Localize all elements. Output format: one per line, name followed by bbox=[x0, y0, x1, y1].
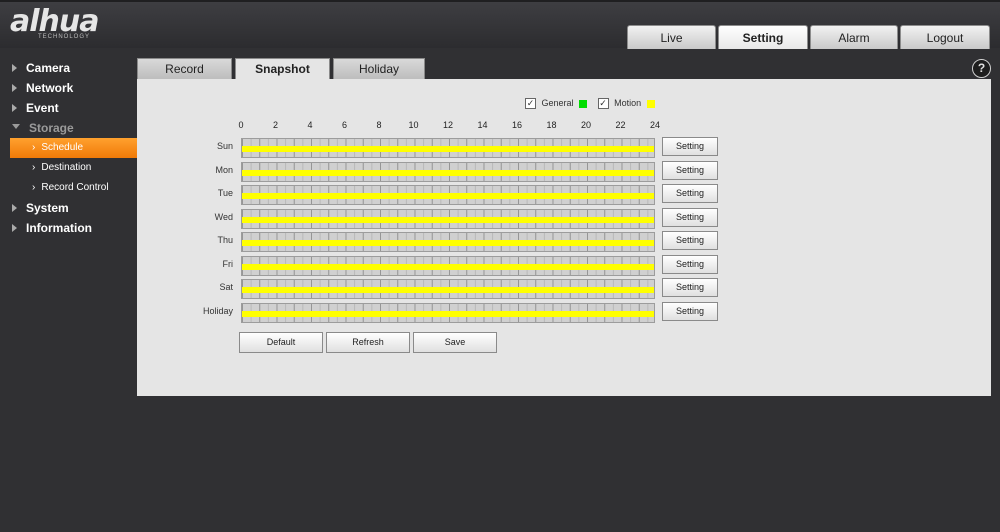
tab-holiday-schedule[interactable]: Holiday Schedule bbox=[333, 58, 425, 97]
sidebar-subitem-destination[interactable]: › Destination bbox=[10, 158, 137, 178]
schedule-legend: ✓ General ✓ Motion bbox=[525, 98, 655, 110]
schedule-grid-row[interactable] bbox=[241, 255, 655, 276]
sidebar-item-storage[interactable]: Storage bbox=[0, 118, 137, 138]
sidebar-subitem-schedule[interactable]: › Schedule bbox=[10, 138, 137, 158]
schedule-grid-row[interactable] bbox=[241, 302, 655, 323]
sidebar-item-system[interactable]: System bbox=[0, 198, 137, 218]
motion-schedule-bar bbox=[242, 310, 654, 317]
sidebar-item-label: Storage bbox=[29, 121, 74, 135]
hour-label: 8 bbox=[376, 120, 382, 130]
day-label: Sun bbox=[216, 141, 233, 151]
general-checkbox[interactable]: ✓ bbox=[525, 98, 536, 110]
top-tab-setting[interactable]: Setting bbox=[718, 25, 808, 49]
day-label: Wed bbox=[214, 211, 233, 222]
motion-schedule-bar bbox=[242, 263, 654, 270]
page-tabs: Record Snapshot Holiday Schedule bbox=[137, 58, 991, 97]
row-setting-button[interactable]: Setting bbox=[662, 207, 718, 227]
collapsed-arrow-icon bbox=[12, 223, 17, 232]
sidebar-subitem-label: Destination bbox=[41, 162, 92, 173]
hour-axis: 0 2 4 6 8 10 12 14 16 18 20 22 24 bbox=[238, 120, 660, 130]
save-button[interactable]: Save bbox=[413, 332, 497, 353]
hour-label: 24 bbox=[649, 120, 661, 130]
row-setting-button[interactable]: Setting bbox=[662, 160, 718, 180]
row-setting-button[interactable]: Setting bbox=[662, 184, 718, 203]
hour-label: 10 bbox=[408, 120, 419, 130]
sidebar-item-label: Event bbox=[26, 101, 59, 115]
sidebar: Camera Network Event Storage › Schedule ›… bbox=[0, 48, 137, 238]
motion-schedule-bar bbox=[242, 169, 654, 176]
schedule-grid-row[interactable] bbox=[241, 208, 655, 229]
chevron-right-icon: › bbox=[32, 162, 36, 173]
hour-label: 6 bbox=[341, 120, 348, 130]
sidebar-item-label: Information bbox=[26, 221, 92, 235]
general-color-swatch bbox=[579, 99, 588, 108]
day-label: Mon bbox=[215, 164, 233, 175]
brand-logo: alhua TECHNOLOGY bbox=[10, 6, 99, 41]
motion-schedule-bar bbox=[242, 287, 654, 293]
top-tab-live[interactable]: Live bbox=[627, 25, 716, 49]
sidebar-item-network[interactable]: Network bbox=[0, 78, 137, 98]
motion-schedule-bar bbox=[242, 193, 654, 199]
help-icon[interactable]: ? bbox=[972, 59, 991, 78]
logo-tagline: TECHNOLOGY bbox=[38, 34, 91, 40]
hour-label: 14 bbox=[477, 120, 488, 130]
schedule-grid-row[interactable] bbox=[241, 138, 655, 158]
sidebar-subitem-label: Record Control bbox=[41, 182, 109, 193]
collapsed-arrow-icon bbox=[12, 63, 17, 72]
sidebar-item-label: Camera bbox=[26, 61, 71, 75]
hour-label: 12 bbox=[442, 120, 454, 130]
day-label: Fri bbox=[222, 258, 234, 269]
row-setting-button[interactable]: Setting bbox=[662, 231, 718, 250]
row-setting-button[interactable]: Setting bbox=[662, 137, 718, 156]
motion-schedule-bar bbox=[242, 216, 654, 223]
sidebar-item-label: Network bbox=[26, 81, 74, 95]
top-tab-alarm[interactable]: Alarm bbox=[810, 25, 898, 49]
row-setting-button[interactable]: Setting bbox=[662, 254, 718, 274]
chevron-right-icon: › bbox=[32, 182, 36, 193]
motion-checkbox[interactable]: ✓ bbox=[597, 98, 609, 110]
sidebar-item-event[interactable]: Event bbox=[0, 98, 137, 118]
schedule-grid-row[interactable] bbox=[241, 185, 655, 205]
sidebar-subitem-label: Schedule bbox=[41, 142, 84, 153]
row-setting-button[interactable]: Setting bbox=[662, 278, 718, 297]
schedule-grid-row[interactable] bbox=[241, 279, 655, 299]
hour-label: 20 bbox=[580, 120, 592, 130]
day-label: Tue bbox=[217, 188, 233, 198]
day-label: Thu bbox=[217, 235, 233, 245]
hour-label: 18 bbox=[546, 120, 557, 130]
default-button[interactable]: Default bbox=[239, 332, 323, 353]
collapsed-arrow-icon bbox=[12, 203, 17, 212]
motion-label: Motion bbox=[614, 98, 642, 108]
sidebar-item-label: System bbox=[26, 201, 69, 215]
row-setting-button[interactable]: Setting bbox=[662, 301, 718, 321]
sidebar-subitem-record-control[interactable]: › Record Control bbox=[10, 178, 137, 198]
day-label: Holiday bbox=[202, 305, 233, 316]
hour-label: 2 bbox=[272, 120, 279, 130]
top-tab-logout[interactable]: Logout bbox=[900, 25, 990, 49]
tab-record[interactable]: Record bbox=[137, 58, 232, 79]
expanded-arrow-icon bbox=[12, 124, 20, 130]
general-label: General bbox=[541, 98, 574, 108]
motion-schedule-bar bbox=[242, 240, 654, 246]
hour-label: 4 bbox=[307, 120, 313, 130]
motion-color-swatch bbox=[646, 99, 655, 108]
refresh-button[interactable]: Refresh bbox=[326, 332, 410, 353]
sidebar-item-camera[interactable]: Camera bbox=[0, 58, 137, 78]
collapsed-arrow-icon bbox=[12, 83, 17, 92]
schedule-grid-row[interactable] bbox=[241, 232, 655, 252]
header-bar: alhua TECHNOLOGY Live Setting Alarm Logo… bbox=[0, 0, 1000, 49]
collapsed-arrow-icon bbox=[12, 103, 17, 112]
tab-snapshot[interactable]: Snapshot bbox=[235, 58, 330, 80]
chevron-right-icon: › bbox=[32, 142, 36, 153]
motion-schedule-bar bbox=[242, 146, 654, 152]
sidebar-item-information[interactable]: Information bbox=[0, 218, 137, 238]
day-label: Sat bbox=[219, 282, 233, 292]
hour-label: 22 bbox=[615, 120, 626, 130]
hour-label: 0 bbox=[238, 120, 244, 130]
hour-label: 16 bbox=[511, 120, 523, 130]
schedule-grid-row[interactable] bbox=[241, 161, 655, 182]
